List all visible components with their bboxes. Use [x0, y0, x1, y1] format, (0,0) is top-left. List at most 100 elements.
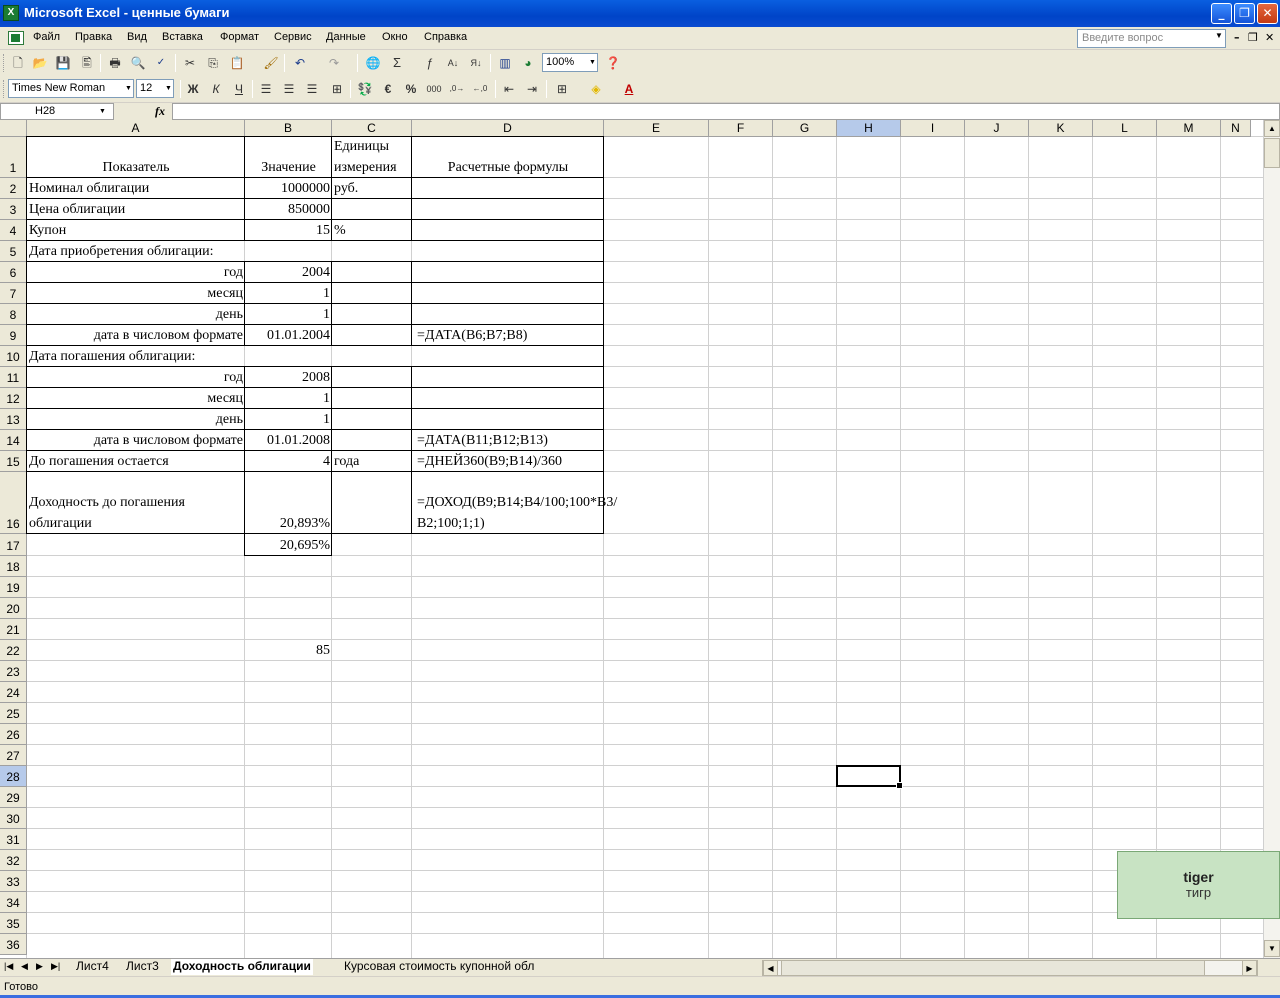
- align-left-icon[interactable]: ☰: [257, 80, 275, 98]
- row-header[interactable]: 11: [0, 367, 27, 388]
- font-name-select[interactable]: Times New Roman: [8, 79, 134, 98]
- sheet-tab-active[interactable]: Доходность облигации: [171, 959, 313, 975]
- print-icon[interactable]: 🖶: [106, 54, 124, 72]
- row-header[interactable]: 5: [0, 241, 27, 262]
- euro-icon[interactable]: €: [379, 80, 397, 98]
- cell-b8[interactable]: 1: [245, 304, 332, 325]
- undo-icon[interactable]: ↶: [291, 54, 309, 72]
- open-icon[interactable]: 📂: [31, 54, 49, 72]
- toolbar-grip[interactable]: [3, 80, 6, 98]
- save-icon[interactable]: 💾: [54, 54, 72, 72]
- underline-icon[interactable]: Ч: [230, 80, 248, 98]
- drawing-icon[interactable]: ◕: [519, 54, 537, 72]
- column-header-l[interactable]: L: [1093, 120, 1157, 137]
- row-header[interactable]: 35: [0, 913, 27, 934]
- row-header[interactable]: 34: [0, 892, 27, 913]
- insert-function-icon[interactable]: ƒ: [421, 54, 439, 72]
- minimize-button[interactable]: _: [1211, 3, 1232, 24]
- comma-style-icon[interactable]: 000: [425, 80, 443, 98]
- cell-a4[interactable]: Купон: [27, 220, 245, 241]
- cell-a16[interactable]: Доходность до погашения облигации: [27, 472, 245, 534]
- borders-icon[interactable]: ⊞: [553, 80, 571, 98]
- increase-decimal-icon[interactable]: ,0→: [448, 80, 466, 98]
- row-header[interactable]: 17: [0, 534, 27, 556]
- permission-icon[interactable]: 🖺: [78, 54, 96, 72]
- increase-indent-icon[interactable]: ⇥: [523, 80, 541, 98]
- cell-a7[interactable]: месяц: [27, 283, 245, 304]
- currency-icon[interactable]: 💱: [356, 80, 374, 98]
- row-header[interactable]: 36: [0, 934, 27, 955]
- row-header[interactable]: 22: [0, 640, 27, 661]
- hscroll-thumb[interactable]: [781, 960, 1205, 976]
- row-header[interactable]: 3: [0, 199, 27, 220]
- sort-descending-icon[interactable]: Я↓: [467, 54, 485, 72]
- cell-a5[interactable]: Дата приобретения облигации:: [27, 241, 245, 262]
- doc-restore-button[interactable]: ❐: [1248, 31, 1258, 44]
- cell-a12[interactable]: месяц: [27, 388, 245, 409]
- row-header[interactable]: 20: [0, 598, 27, 619]
- row-header[interactable]: 33: [0, 871, 27, 892]
- column-header-n[interactable]: N: [1221, 120, 1251, 137]
- column-header-a[interactable]: A: [27, 120, 245, 137]
- cell-c4[interactable]: %: [332, 220, 412, 241]
- row-header[interactable]: 32: [0, 850, 27, 871]
- column-header-j[interactable]: J: [965, 120, 1029, 137]
- cell-d15[interactable]: =ДНЕЙ360(В9;В14)/360: [412, 451, 604, 472]
- zoom-dropdown-icon[interactable]: ▼: [589, 59, 596, 66]
- menu-insert[interactable]: Вставка: [162, 31, 203, 43]
- column-header-g[interactable]: G: [773, 120, 837, 137]
- active-cell-selection[interactable]: [836, 765, 903, 789]
- cell-a8[interactable]: день: [27, 304, 245, 325]
- cell-a9[interactable]: дата в числовом формате: [27, 325, 245, 346]
- row-header[interactable]: 27: [0, 745, 27, 766]
- cell-b6[interactable]: 2004: [245, 262, 332, 283]
- cell-a15[interactable]: До погашения остается: [27, 451, 245, 472]
- formula-input[interactable]: [172, 103, 1280, 120]
- row-header[interactable]: 18: [0, 556, 27, 577]
- row-header[interactable]: 1: [0, 137, 27, 178]
- copy-icon[interactable]: ⎘: [204, 54, 222, 72]
- name-box[interactable]: H28: [0, 103, 114, 120]
- sheet-tab[interactable]: Лист3: [124, 959, 161, 975]
- scroll-up-icon[interactable]: ▲: [1264, 120, 1280, 137]
- column-header-e[interactable]: E: [604, 120, 709, 137]
- row-header[interactable]: 31: [0, 829, 27, 850]
- row-header[interactable]: 9: [0, 325, 27, 346]
- cell-b1[interactable]: Значение: [245, 137, 332, 178]
- cell-a6[interactable]: год: [27, 262, 245, 283]
- cell-b13[interactable]: 1: [245, 409, 332, 430]
- sheet-tab[interactable]: Курсовая стоимость купонной обл: [342, 959, 536, 975]
- maximize-button[interactable]: ❐: [1234, 3, 1255, 24]
- chart-wizard-icon[interactable]: ▥: [496, 54, 514, 72]
- font-size-dropdown-icon[interactable]: ▼: [165, 85, 172, 92]
- font-dropdown-icon[interactable]: ▼: [125, 85, 132, 92]
- worksheet-grid[interactable]: A B C D E F G H I J K L M N 1 2 3 4 5 6 7 8 9 10 11 12 13 14 15 16 17 1…: [0, 120, 1263, 958]
- row-header[interactable]: 4: [0, 220, 27, 241]
- decrease-indent-icon[interactable]: ⇤: [500, 80, 518, 98]
- scroll-down-icon[interactable]: ▼: [1264, 940, 1280, 957]
- row-header[interactable]: 6: [0, 262, 27, 283]
- cell-a1[interactable]: Показатель: [27, 137, 245, 178]
- menu-data[interactable]: Данные: [326, 31, 366, 43]
- select-all-corner[interactable]: [0, 120, 27, 137]
- help-icon[interactable]: ❓: [604, 54, 622, 72]
- menu-tools[interactable]: Сервис: [274, 31, 312, 43]
- font-color-icon[interactable]: A: [620, 80, 638, 98]
- cell-d16[interactable]: =ДОХОД(В9;В14;В4/100;100*В3/В2;100;1;1): [412, 472, 617, 534]
- sheet-tab[interactable]: Лист4: [74, 959, 111, 975]
- align-right-icon[interactable]: ☰: [303, 80, 321, 98]
- merge-center-icon[interactable]: ⊞: [328, 80, 346, 98]
- row-header[interactable]: 25: [0, 703, 27, 724]
- cell-b22[interactable]: 85: [245, 640, 332, 661]
- cell-a14[interactable]: дата в числовом формате: [27, 430, 245, 451]
- cell-d9[interactable]: =ДАТА(В6;В7;В8): [412, 325, 604, 346]
- menu-format[interactable]: Формат: [220, 31, 259, 43]
- insert-function-fx-icon[interactable]: fx: [155, 104, 165, 119]
- sort-ascending-icon[interactable]: A↓: [444, 54, 462, 72]
- row-header[interactable]: 10: [0, 346, 27, 367]
- cell-b12[interactable]: 1: [245, 388, 332, 409]
- menu-file[interactable]: Файл: [33, 31, 60, 43]
- cut-icon[interactable]: ✂: [181, 54, 199, 72]
- column-header-d[interactable]: D: [412, 120, 604, 137]
- cell-c1[interactable]: Единицы измерения: [332, 137, 412, 178]
